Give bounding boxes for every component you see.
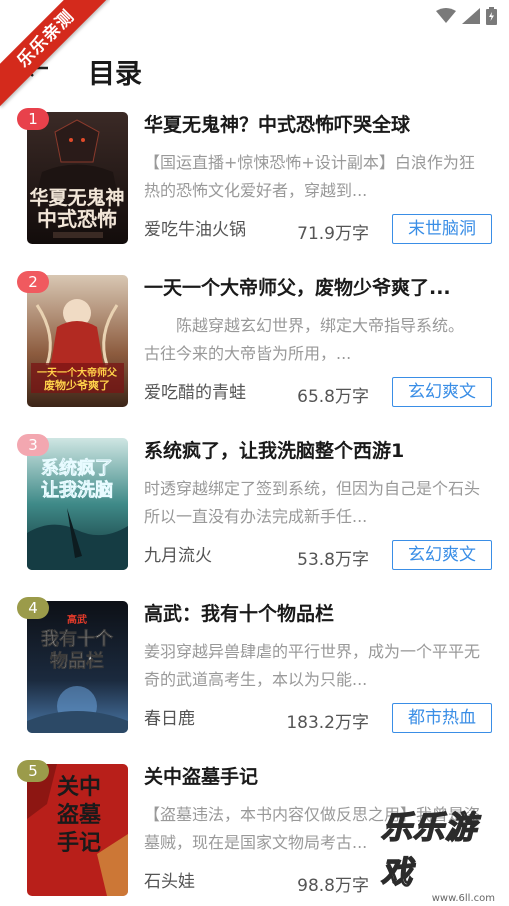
rank-badge: 5 — [17, 760, 49, 782]
book-cover[interactable]: 关中 盗墓 手记 — [27, 764, 128, 896]
wifi-icon — [436, 8, 456, 24]
book-author: 九月流火 — [144, 546, 212, 566]
svg-text:手记: 手记 — [57, 830, 101, 856]
book-title: 华夏无鬼神？中式恐怖吓哭全球 — [144, 114, 411, 136]
book-author: 石头娃 — [144, 872, 195, 892]
word-count: 65.8万字 — [297, 387, 369, 407]
book-item[interactable]: 2 一天一个大帝师父 废物少爷爽了 一天一个大帝师父，废物少爷爽了... 陈越穿… — [0, 271, 509, 438]
book-title: 关中盗墓手记 — [144, 766, 259, 788]
genre-tag[interactable]: 都市热血 — [392, 703, 492, 733]
book-list: 1 华夏无鬼神 中式恐怖 华夏无鬼神？中式恐怖吓哭全球 【国运直播+惊悚恐怖+设… — [0, 108, 509, 906]
promo-ribbon: 乐乐亲测 — [0, 0, 110, 110]
word-count: 183.2万字 — [286, 713, 369, 733]
status-icons — [436, 7, 497, 25]
rank-badge: 3 — [17, 434, 49, 456]
svg-text:物品栏: 物品栏 — [50, 650, 104, 672]
book-title: 系统疯了，让我洗脑整个西游1 — [144, 440, 405, 462]
book-item[interactable]: 4 高武 我有十个 物品栏 高武：我有十个物品栏 姜羽穿越异兽肆虐的平行世界，成… — [0, 597, 509, 764]
book-title: 高武：我有十个物品栏 — [144, 603, 335, 625]
book-description: 陈越穿越玄幻世界，绑定大帝指导系统。 古往今来的大帝皆为所用，... — [144, 316, 489, 363]
battery-icon — [486, 7, 497, 25]
svg-text:关中: 关中 — [57, 774, 101, 800]
book-description: 【国运直播+惊悚恐怖+设计副本】白浪作为狂热的恐怖文化爱好者，穿越到... — [144, 153, 475, 200]
book-title: 一天一个大帝师父，废物少爷爽了... — [144, 277, 451, 299]
rank-badge: 2 — [17, 271, 49, 293]
svg-text:高武: 高武 — [67, 613, 87, 626]
book-author: 爱吃牛油火锅 — [144, 220, 246, 240]
book-cover[interactable]: 高武 我有十个 物品栏 — [27, 601, 128, 733]
svg-text:华夏无鬼神: 华夏无鬼神 — [29, 186, 124, 209]
svg-text:废物少爷爽了: 废物少爷爽了 — [44, 378, 110, 392]
genre-tag[interactable]: 末世脑洞 — [392, 214, 492, 244]
word-count: 71.9万字 — [297, 224, 369, 244]
word-count: 98.8万字 — [297, 876, 369, 896]
genre-tag[interactable]: 玄幻爽文 — [392, 540, 492, 570]
book-author: 春日鹿 — [144, 709, 195, 729]
svg-text:系统疯了: 系统疯了 — [41, 457, 113, 479]
word-count: 53.8万字 — [297, 550, 369, 570]
rank-badge: 1 — [17, 108, 49, 130]
svg-text:中式恐怖: 中式恐怖 — [37, 207, 117, 231]
book-item[interactable]: 3 系统疯了 让我洗脑 系统疯了，让我洗脑整个西游1 时透穿越绑定了签到系统，但… — [0, 434, 509, 601]
book-author: 爱吃醋的青蛙 — [144, 383, 246, 403]
book-item[interactable]: 1 华夏无鬼神 中式恐怖 华夏无鬼神？中式恐怖吓哭全球 【国运直播+惊悚恐怖+设… — [0, 108, 509, 275]
genre-tag[interactable]: 玄幻爽文 — [392, 377, 492, 407]
book-description: 时透穿越绑定了签到系统，但因为自己是个石头所以一直没有办法完成新手任... — [144, 479, 481, 526]
book-description: 姜羽穿越异兽肆虐的平行世界，成为一个平平无奇的武道高考生，本以为只能... — [144, 642, 481, 689]
rank-badge: 4 — [17, 597, 49, 619]
signal-icon — [462, 8, 480, 24]
svg-text:一天一个大帝师父: 一天一个大帝师父 — [37, 366, 118, 379]
watermark-url: www.6ll.com — [431, 893, 495, 904]
watermark-logo-text: 乐乐游戏 — [380, 809, 477, 892]
site-watermark: 乐乐游戏 www.6ll.com — [380, 809, 509, 906]
book-cover[interactable]: 华夏无鬼神 中式恐怖 — [27, 112, 128, 244]
ribbon-text: 乐乐亲测 — [0, 0, 110, 107]
svg-text:我有十个: 我有十个 — [41, 628, 114, 650]
svg-text:让我洗脑: 让我洗脑 — [41, 479, 113, 501]
book-cover[interactable]: 系统疯了 让我洗脑 — [27, 438, 128, 570]
book-cover[interactable]: 一天一个大帝师父 废物少爷爽了 — [27, 275, 128, 407]
svg-text:盗墓: 盗墓 — [57, 802, 102, 828]
